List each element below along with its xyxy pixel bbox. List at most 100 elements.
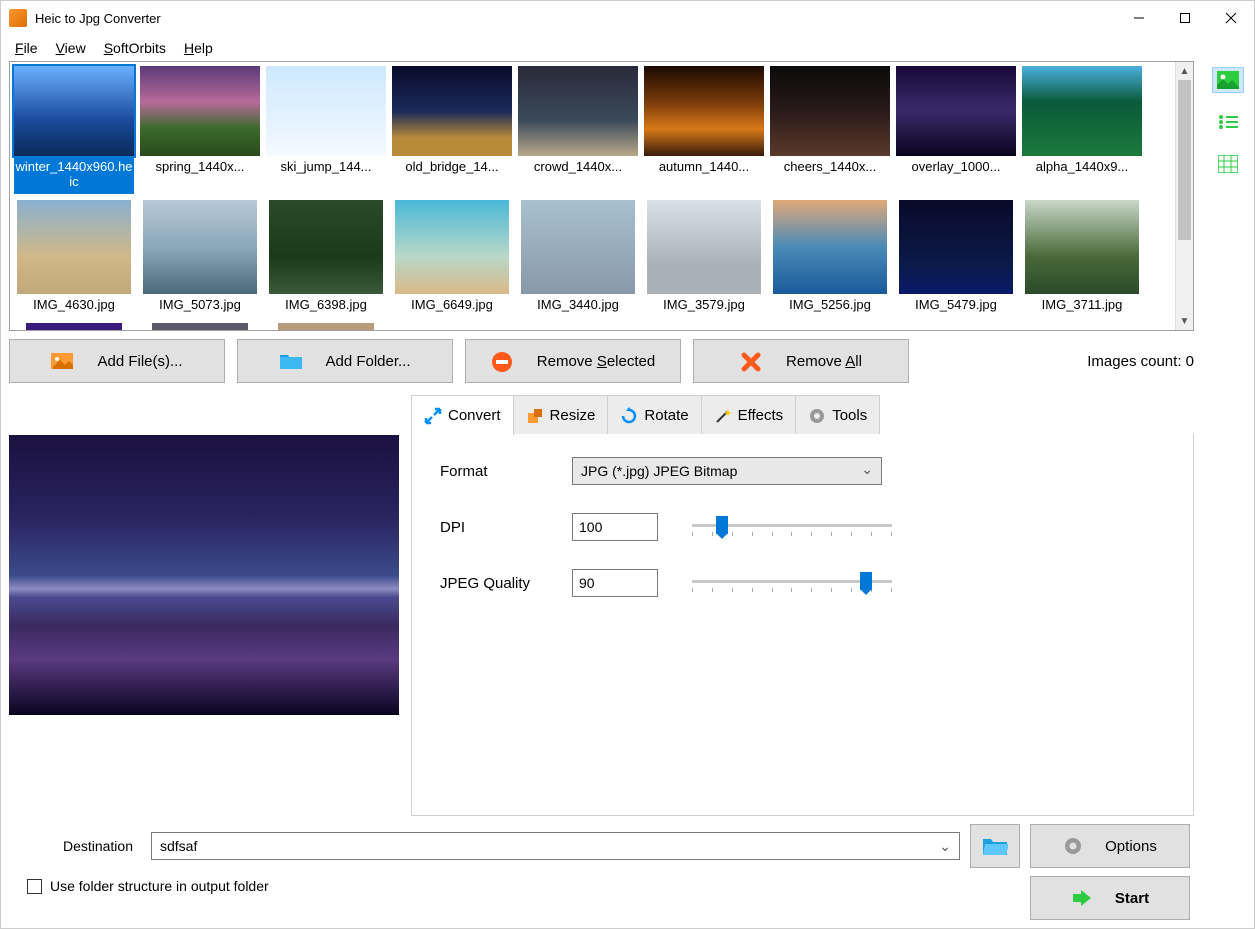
add-files-button[interactable]: Add File(s)... bbox=[9, 339, 225, 383]
format-label: Format bbox=[440, 463, 572, 480]
dpi-slider[interactable] bbox=[692, 514, 892, 540]
tab-resize[interactable]: Resize bbox=[513, 395, 609, 435]
thumbnail[interactable]: ski_jump_144... bbox=[266, 66, 386, 194]
rotate-icon bbox=[620, 407, 638, 425]
thumbnail-label: overlay_1000... bbox=[911, 158, 1002, 179]
slider-knob[interactable] bbox=[716, 516, 728, 534]
destination-label: Destination bbox=[13, 838, 141, 854]
list-icon bbox=[1218, 114, 1238, 130]
tab-convert[interactable]: Convert bbox=[411, 395, 514, 435]
thumbnail[interactable]: IMG_4630.jpg bbox=[14, 200, 134, 317]
thumbnail[interactable]: old_bridge_14... bbox=[392, 66, 512, 194]
window-title: Heic to Jpg Converter bbox=[35, 11, 1116, 26]
remove-selected-label: Remove Selected bbox=[537, 353, 655, 370]
thumbnail-image bbox=[1022, 66, 1142, 156]
thumbnail-label: IMG_3440.jpg bbox=[536, 296, 620, 317]
add-files-label: Add File(s)... bbox=[97, 353, 182, 370]
thumbnail-image bbox=[521, 200, 635, 294]
remove-all-label: Remove All bbox=[786, 353, 862, 370]
add-folder-label: Add Folder... bbox=[325, 353, 410, 370]
thumbnail[interactable]: overlay_1000... bbox=[896, 66, 1016, 194]
add-folder-button[interactable]: Add Folder... bbox=[237, 339, 453, 383]
thumbnail-image bbox=[17, 200, 131, 294]
close-button[interactable] bbox=[1208, 3, 1254, 33]
delete-icon bbox=[740, 351, 762, 371]
thumbnail[interactable]: spring_1440x... bbox=[140, 66, 260, 194]
folder-open-icon bbox=[982, 835, 1008, 857]
quality-slider[interactable] bbox=[692, 570, 892, 596]
grid-icon bbox=[1218, 155, 1238, 173]
tab-rotate[interactable]: Rotate bbox=[607, 395, 701, 435]
preview-image bbox=[9, 435, 399, 715]
folder-structure-label: Use folder structure in output folder bbox=[50, 878, 269, 894]
menu-file[interactable]: File bbox=[7, 37, 46, 59]
destination-input[interactable]: sdfsaf bbox=[151, 832, 960, 860]
thumbnail-image bbox=[896, 66, 1016, 156]
options-button[interactable]: Options bbox=[1030, 824, 1190, 868]
thumbnail-label: autumn_1440... bbox=[658, 158, 750, 179]
slider-knob[interactable] bbox=[860, 572, 872, 590]
tab-content-convert: Format JPG (*.jpg) JPEG Bitmap DPI bbox=[411, 434, 1194, 816]
tab-effects[interactable]: Effects bbox=[701, 395, 797, 435]
dpi-input[interactable] bbox=[572, 513, 658, 541]
thumbnail[interactable]: IMG_6649.jpg bbox=[392, 200, 512, 317]
thumbnail[interactable]: cheers_1440x... bbox=[770, 66, 890, 194]
thumbnail[interactable]: alpha_1440x9... bbox=[1022, 66, 1142, 194]
quality-label: JPEG Quality bbox=[440, 575, 572, 592]
thumbnail-image bbox=[269, 200, 383, 294]
thumbnail[interactable]: winter_1440x960.heic bbox=[14, 66, 134, 194]
play-icon bbox=[1071, 888, 1093, 908]
thumbnail[interactable] bbox=[14, 323, 134, 330]
thumbnail-label: old_bridge_14... bbox=[404, 158, 499, 179]
menu-softorbits[interactable]: SoftOrbits bbox=[96, 37, 174, 59]
thumbnail-label: crowd_1440x... bbox=[533, 158, 623, 179]
thumbnail-label: ski_jump_144... bbox=[279, 158, 372, 179]
thumbnail-label: IMG_6649.jpg bbox=[410, 296, 494, 317]
view-list-button[interactable] bbox=[1212, 109, 1244, 135]
scroll-down-icon[interactable]: ▼ bbox=[1176, 312, 1193, 330]
thumbnail[interactable]: IMG_5479.jpg bbox=[896, 200, 1016, 317]
menu-view[interactable]: View bbox=[48, 37, 94, 59]
thumbnail[interactable]: IMG_5256.jpg bbox=[770, 200, 890, 317]
app-icon bbox=[9, 9, 27, 27]
gallery-scrollbar[interactable]: ▲ ▼ bbox=[1175, 62, 1193, 330]
tabbar: Convert Resize Rotate Effects bbox=[411, 395, 1194, 435]
view-details-button[interactable] bbox=[1212, 151, 1244, 177]
quality-input[interactable] bbox=[572, 569, 658, 597]
convert-icon bbox=[424, 407, 442, 425]
browse-destination-button[interactable] bbox=[970, 824, 1020, 868]
thumbnail[interactable]: IMG_3711.jpg bbox=[1022, 200, 1142, 317]
thumbnail[interactable]: crowd_1440x... bbox=[518, 66, 638, 194]
thumbnail[interactable]: IMG_5073.jpg bbox=[140, 200, 260, 317]
scroll-thumb[interactable] bbox=[1178, 80, 1191, 240]
scroll-up-icon[interactable]: ▲ bbox=[1176, 62, 1193, 80]
gear-icon bbox=[1063, 836, 1083, 856]
folder-icon bbox=[279, 351, 301, 371]
remove-all-button[interactable]: Remove All bbox=[693, 339, 909, 383]
thumbnail[interactable]: IMG_3579.jpg bbox=[644, 200, 764, 317]
thumbnail-label: winter_1440x960.heic bbox=[14, 158, 134, 194]
start-button[interactable]: Start bbox=[1030, 876, 1190, 920]
gear-icon bbox=[808, 407, 826, 425]
image-icon bbox=[51, 351, 73, 371]
remove-selected-button[interactable]: Remove Selected bbox=[465, 339, 681, 383]
wand-icon bbox=[714, 407, 732, 425]
menu-help[interactable]: Help bbox=[176, 37, 221, 59]
view-thumbnails-button[interactable] bbox=[1212, 67, 1244, 93]
thumbnail-image bbox=[266, 66, 386, 156]
tab-tools[interactable]: Tools bbox=[795, 395, 880, 435]
thumbnail[interactable]: autumn_1440... bbox=[644, 66, 764, 194]
thumbnail[interactable] bbox=[266, 323, 386, 330]
minimize-button[interactable] bbox=[1116, 3, 1162, 33]
thumbnail-image bbox=[143, 200, 257, 294]
preview-panel bbox=[9, 395, 399, 816]
thumbnail[interactable] bbox=[140, 323, 260, 330]
menubar: File View SoftOrbits Help bbox=[1, 35, 1254, 61]
thumbnail-label: IMG_4630.jpg bbox=[32, 296, 116, 317]
thumbnail[interactable]: IMG_3440.jpg bbox=[518, 200, 638, 317]
format-select[interactable]: JPG (*.jpg) JPEG Bitmap bbox=[572, 457, 882, 485]
thumbnail-image bbox=[773, 200, 887, 294]
thumbnail[interactable]: IMG_6398.jpg bbox=[266, 200, 386, 317]
folder-structure-checkbox[interactable] bbox=[27, 879, 42, 894]
maximize-button[interactable] bbox=[1162, 3, 1208, 33]
